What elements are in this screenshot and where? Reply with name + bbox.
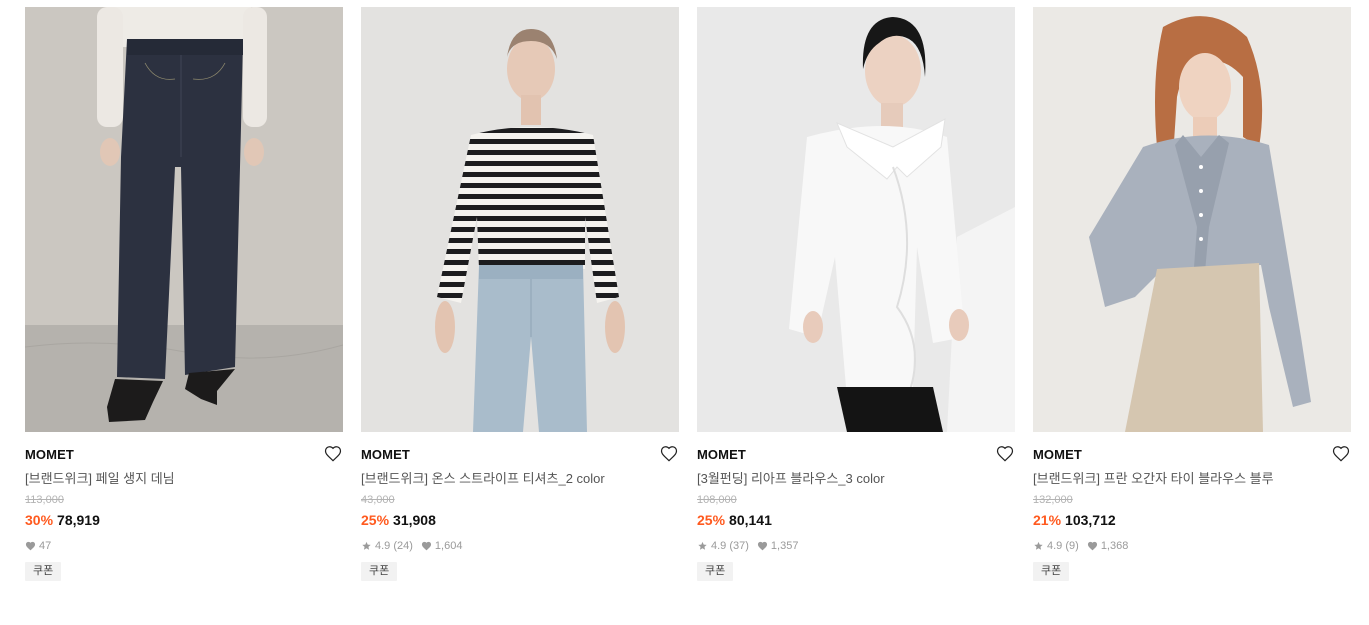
product-brand[interactable]: MOMET [25,447,343,462]
coupon-badge: 쿠폰 [1033,562,1070,581]
discount-rate: 25% [361,512,390,528]
product-card[interactable]: MOMET [3월펀딩] 리아프 블라우스_3 color 108,000 25… [697,7,1015,581]
likes-heart-icon [421,541,431,551]
rating-score: 4.9 [711,540,727,552]
likes-heart-icon [757,541,767,551]
product-card[interactable]: MOMET [브랜드위크] 페일 생지 데님 113,000 30% 78,919… [25,7,343,581]
product-brand[interactable]: MOMET [361,447,679,462]
product-brand[interactable]: MOMET [697,447,1015,462]
original-price: 43,000 [361,494,395,506]
discount-rate: 21% [1033,512,1062,528]
product-image[interactable] [1033,7,1351,432]
product-grid: MOMET [브랜드위크] 페일 생지 데님 113,000 30% 78,919… [25,7,1351,581]
product-name[interactable]: [브랜드위크] 온스 스트라이프 티셔츠_2 color [361,471,679,487]
sale-price: 31,908 [393,512,436,528]
product-name[interactable]: [브랜드위크] 페일 생지 데님 [25,471,343,487]
wishlist-heart-icon[interactable] [995,444,1015,464]
product-name[interactable]: [3월펀딩] 리아프 블라우스_3 color [697,471,1015,487]
rating-score: 4.9 [375,540,391,552]
product-brand[interactable]: MOMET [1033,447,1351,462]
product-image[interactable] [25,7,343,432]
likes-count: 47 [39,540,52,552]
discount-rate: 30% [25,512,54,528]
original-price: 113,000 [25,494,64,506]
review-count: (24) [393,540,413,552]
product-card[interactable]: MOMET [브랜드위크] 온스 스트라이프 티셔츠_2 color 43,00… [361,7,679,581]
product-card[interactable]: MOMET [브랜드위크] 프란 오간자 타이 블라우스 블루 132,000 … [1033,7,1351,581]
coupon-badge: 쿠폰 [25,562,62,581]
coupon-badge: 쿠폰 [697,562,734,581]
star-icon [1034,541,1043,550]
product-image[interactable] [361,7,679,432]
discount-rate: 25% [697,512,726,528]
wishlist-heart-icon[interactable] [659,444,679,464]
likes-count: 1,368 [1100,540,1129,552]
sale-price: 103,712 [1065,512,1116,528]
star-icon [698,541,707,550]
likes-heart-icon [25,541,36,551]
product-image[interactable] [697,7,1015,432]
product-name[interactable]: [브랜드위크] 프란 오간자 타이 블라우스 블루 [1033,471,1351,487]
likes-heart-icon [1087,541,1097,551]
original-price: 132,000 [1033,494,1073,506]
review-count: (9) [1065,540,1079,552]
wishlist-heart-icon[interactable] [1331,444,1351,464]
wishlist-heart-icon[interactable] [323,444,343,464]
review-count: (37) [729,540,749,552]
star-icon [362,541,371,550]
likes-count: 1,604 [434,540,463,552]
sale-price: 78,919 [57,512,100,528]
original-price: 108,000 [697,494,737,506]
sale-price: 80,141 [729,512,772,528]
likes-count: 1,357 [770,540,799,552]
coupon-badge: 쿠폰 [361,562,398,581]
rating-score: 4.9 [1047,540,1063,552]
